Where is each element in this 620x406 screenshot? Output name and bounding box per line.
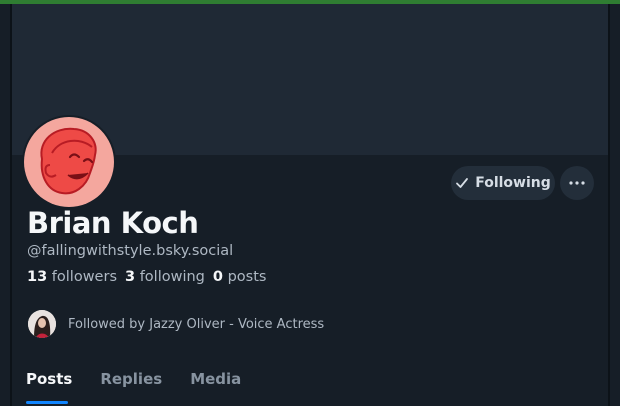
scroll-gutter [610,4,620,406]
tab-posts[interactable]: Posts [26,370,72,388]
posts-count: 0 [212,269,223,285]
tab-replies[interactable]: Replies [100,370,162,388]
posts-stat: 0 posts [213,269,267,285]
posts-label: posts [227,269,267,285]
following-label: following [139,269,205,285]
followed-by-text: Followed by Jazzy Oliver - Voice Actress [68,316,325,332]
checkmark-icon [456,178,469,188]
follower-avatar [28,310,56,338]
followers-stat[interactable]: 13 followers [27,269,117,285]
more-options-button[interactable] [560,166,594,200]
following-button-label: Following [475,175,551,191]
display-name: Brian Koch [27,206,199,240]
profile-tabs: Posts Replies Media [26,370,241,388]
followers-label: followers [51,269,117,285]
avatar-face-icon [40,127,97,195]
known-followers[interactable]: Followed by Jazzy Oliver - Voice Actress [28,310,324,338]
profile-avatar[interactable] [22,115,116,209]
follower-portrait-icon [28,310,56,338]
user-handle: @fallingwithstyle.bsky.social [27,243,234,259]
following-button[interactable]: Following [451,166,555,200]
following-stat[interactable]: 3 following [125,269,205,285]
active-tab-indicator [26,401,68,404]
following-count: 3 [125,269,136,285]
profile-stats: 13 followers 3 following 0 posts [27,269,266,285]
ellipsis-icon [569,181,585,185]
tab-media[interactable]: Media [190,370,241,388]
followers-count: 13 [27,269,48,285]
